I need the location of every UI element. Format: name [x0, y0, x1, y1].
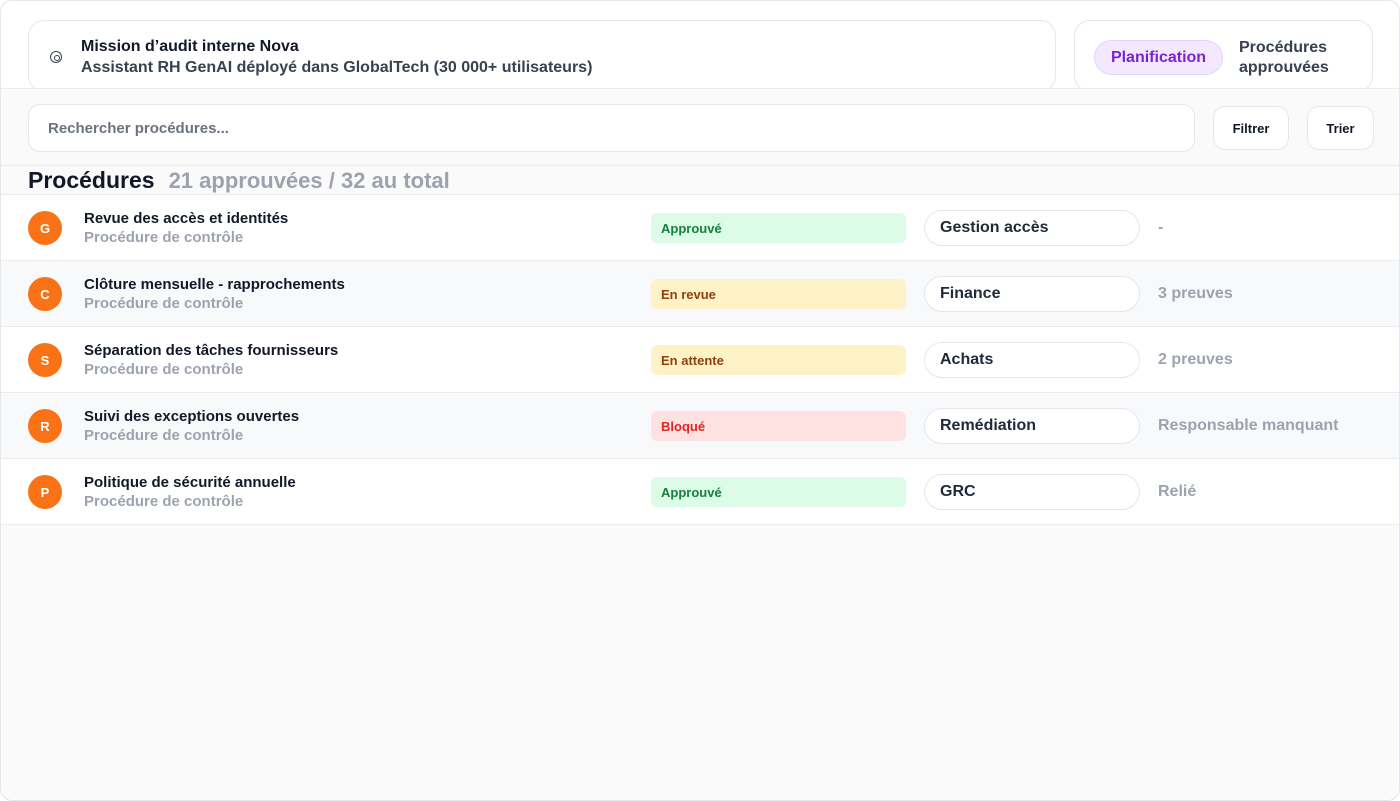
avatar: C — [28, 277, 62, 311]
domain-chip[interactable]: GRC — [924, 474, 1140, 510]
procedure-row[interactable]: P Politique de sécurité annuelle Procédu… — [1, 459, 1399, 525]
procedure-count: 21 approuvées / 32 au total — [168, 168, 450, 193]
status-badge: En attente — [651, 345, 906, 375]
procedure-row[interactable]: R Suivi des exceptions ouvertes Procédur… — [1, 393, 1399, 459]
tab-procedures-approuvees[interactable]: Procédures approuvées — [1239, 38, 1359, 78]
mission-card[interactable]: Mission d’audit interne Nova Assistant R… — [28, 20, 1056, 92]
avatar: R — [28, 409, 62, 443]
procedure-row[interactable]: S Séparation des tâches fournisseurs Pro… — [1, 327, 1399, 393]
procedure-type: Procédure de contrôle — [84, 361, 244, 378]
evidence-info: - — [1158, 219, 1164, 236]
avatar: G — [28, 211, 62, 245]
procedure-row[interactable]: C Clôture mensuelle - rapprochements Pro… — [1, 261, 1399, 327]
search-input[interactable] — [28, 104, 1195, 152]
evidence-info: 2 preuves — [1158, 351, 1233, 368]
section-header: Procédures 21 approuvées / 32 au total — [28, 167, 450, 195]
filter-button[interactable]: Filtrer — [1213, 106, 1289, 150]
evidence-info: Responsable manquant — [1158, 417, 1339, 434]
header: Mission d’audit interne Nova Assistant R… — [1, 1, 1399, 92]
domain-chip[interactable]: Achats — [924, 342, 1140, 378]
avatar: P — [28, 475, 62, 509]
status-badge: Approuvé — [651, 477, 906, 507]
procedure-type: Procédure de contrôle — [84, 295, 244, 312]
procedure-type: Procédure de contrôle — [84, 427, 244, 444]
evidence-info: 3 preuves — [1158, 285, 1233, 302]
section-title: Procédures — [28, 167, 155, 193]
mission-title: Mission d’audit interne Nova — [81, 38, 299, 55]
procedure-title: Séparation des tâches fournisseurs — [84, 342, 339, 359]
status-badge: En revue — [651, 279, 906, 309]
procedure-title: Revue des accès et identités — [84, 210, 289, 227]
evidence-info: Relié — [1158, 483, 1197, 500]
tab-planification[interactable]: Planification — [1094, 40, 1223, 75]
procedure-title: Clôture mensuelle - rapprochements — [84, 276, 345, 293]
app-window: Mission d’audit interne Nova Assistant R… — [0, 0, 1400, 801]
avatar: S — [28, 343, 62, 377]
procedure-row[interactable]: G Revue des accès et identités Procédure… — [1, 195, 1399, 261]
procedure-title: Suivi des exceptions ouvertes — [84, 408, 300, 425]
search-toolbar: Filtrer Trier — [1, 88, 1399, 166]
target-icon — [50, 51, 62, 63]
domain-chip[interactable]: Finance — [924, 276, 1140, 312]
procedure-title: Politique de sécurité annuelle — [84, 474, 296, 491]
domain-chip[interactable]: Remédiation — [924, 408, 1140, 444]
mission-subtitle: Assistant RH GenAI déployé dans GlobalTe… — [81, 59, 593, 76]
status-badge: Approuvé — [651, 213, 906, 243]
sort-button[interactable]: Trier — [1307, 106, 1374, 150]
view-tabs: Planification Procédures approuvées — [1074, 20, 1373, 92]
domain-chip[interactable]: Gestion accès — [924, 210, 1140, 246]
status-badge: Bloqué — [651, 411, 906, 441]
procedure-type: Procédure de contrôle — [84, 493, 244, 510]
procedure-type: Procédure de contrôle — [84, 229, 244, 246]
procedure-list: G Revue des accès et identités Procédure… — [1, 195, 1399, 525]
